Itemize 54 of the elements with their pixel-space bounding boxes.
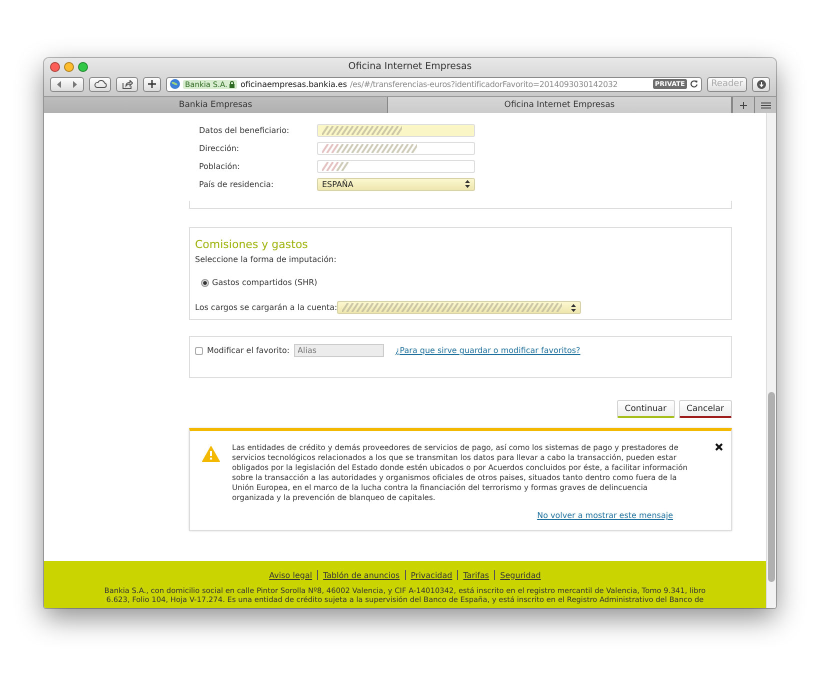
- prompt-text: Seleccione la forma de imputación:: [195, 255, 338, 264]
- back-forward-icon: [57, 80, 77, 88]
- downloads-button[interactable]: [752, 76, 770, 92]
- field-label: Población:: [199, 162, 241, 170]
- url-path: /es/#/transferencias-euros?identificadorFavorito=2014093030142032: [350, 80, 618, 88]
- cloud-button[interactable]: [89, 76, 111, 92]
- country-select[interactable]: ESPAÑA: [317, 178, 475, 190]
- reload-icon[interactable]: [690, 80, 698, 88]
- browser-tab[interactable]: Bankia Empresas: [44, 97, 388, 113]
- alias-field[interactable]: Alias: [294, 344, 384, 357]
- cloud-icon: [94, 80, 106, 88]
- lock-icon: [229, 80, 236, 88]
- back-forward-button[interactable]: [50, 76, 84, 92]
- plus-icon: [740, 102, 747, 108]
- dismiss-link[interactable]: No volver a mostrar este mensaje: [537, 511, 673, 520]
- minimize-icon[interactable]: [64, 62, 74, 72]
- field-label: Datos del beneficiario:: [199, 126, 290, 134]
- warning-icon: [202, 446, 220, 462]
- footer-link[interactable]: Tablón de anuncios: [323, 570, 400, 580]
- updown-icon: [571, 304, 576, 312]
- globe-icon: [170, 79, 180, 89]
- text-field[interactable]: [317, 142, 475, 154]
- cancel-button[interactable]: Cancelar: [678, 400, 732, 418]
- close-icon[interactable]: [715, 443, 723, 451]
- footer-link[interactable]: Seguridad: [500, 570, 541, 580]
- plus-icon: [148, 80, 156, 88]
- updown-icon: [465, 180, 470, 188]
- section-heading: Comisiones y gastos: [195, 238, 309, 251]
- footer-link[interactable]: Privacidad: [410, 570, 452, 580]
- scrollbar[interactable]: [766, 113, 776, 608]
- favorite-label: Modificar el favorito:: [207, 346, 290, 355]
- share-button[interactable]: [116, 76, 138, 92]
- url-host: oficinaempresas.bankia.es: [240, 80, 348, 88]
- text-field[interactable]: [317, 160, 475, 172]
- text-field[interactable]: [317, 124, 475, 136]
- add-button[interactable]: [143, 76, 161, 92]
- footer-link[interactable]: Aviso legal: [269, 570, 312, 580]
- help-link[interactable]: ¿Para que sirve guardar o modificar favoritos?: [396, 346, 580, 355]
- account-label: Los cargos se cargarán a la cuenta:: [195, 303, 338, 312]
- continue-button[interactable]: Continuar: [616, 400, 674, 418]
- field-label: País de residencia:: [199, 180, 275, 188]
- browser-tab[interactable]: Oficina Internet Empresas: [388, 97, 732, 113]
- zoom-icon[interactable]: [78, 62, 88, 72]
- radio-label: Gastos compartidos (SHR): [212, 278, 318, 287]
- field-label: Dirección:: [199, 144, 240, 152]
- download-icon: [756, 80, 766, 88]
- tab-overview-button[interactable]: [754, 97, 776, 113]
- footer-link[interactable]: Tarifas: [463, 570, 490, 580]
- list-icon: [760, 102, 770, 108]
- radio-button[interactable]: [201, 278, 209, 286]
- favorite-checkbox[interactable]: [195, 346, 203, 354]
- new-tab-button[interactable]: [732, 97, 754, 113]
- share-icon: [122, 80, 132, 88]
- window-title: Oficina Internet Empresas: [347, 61, 473, 72]
